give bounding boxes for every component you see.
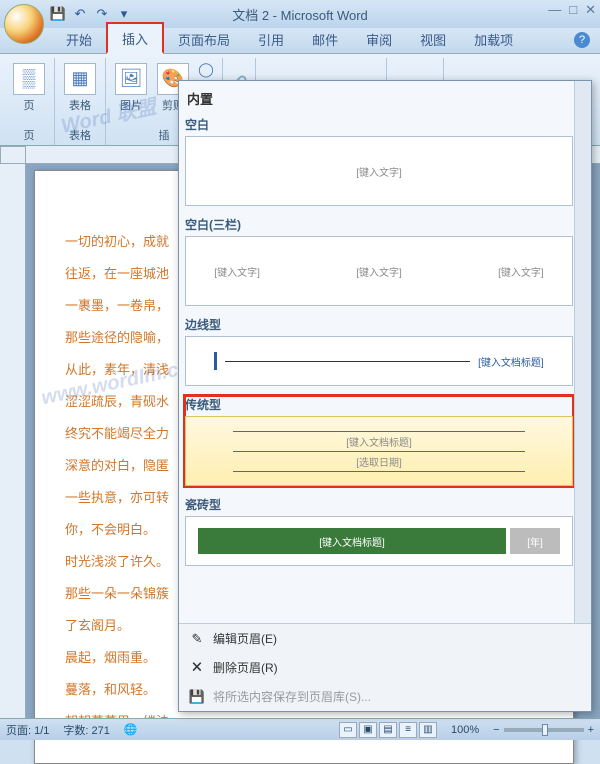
qat-dropdown-icon[interactable]: ▾ (116, 6, 132, 22)
web-layout-view[interactable]: ▤ (379, 722, 397, 738)
table-button[interactable]: ▦ 表格 (61, 63, 99, 123)
tab-mailings[interactable]: 邮件 (298, 25, 352, 53)
zoom-out-icon[interactable]: − (493, 724, 499, 736)
title-bar: 💾 ↶ ↷ ▾ 文档 2 - Microsoft Word — □ ✕ (0, 0, 600, 28)
gallery-preview: [键入文字] (185, 136, 573, 206)
placeholder-text: [键入文字] (356, 264, 402, 279)
gallery-scroll[interactable]: 内置 空白 [键入文字] 空白(三栏) [键入文字] [键入文字] [键入文字]… (179, 81, 591, 623)
office-button[interactable] (4, 4, 44, 44)
gallery-preview: [键入文字] [键入文字] [键入文字] (185, 236, 573, 306)
gallery-item-sideline[interactable]: 边线型 [键入文档标题] (185, 316, 573, 386)
gallery-item-blank-3col[interactable]: 空白(三栏) [键入文字] [键入文字] [键入文字] (185, 216, 573, 306)
btn-label: 表格 (69, 97, 91, 113)
foot-label: 编辑页眉(E) (213, 630, 277, 647)
gallery-footer: ✎ 编辑页眉(E) 🗙 删除页眉(R) 💾 将所选内容保存到页眉库(S)... (179, 623, 591, 711)
group-label: 表格 (69, 127, 91, 145)
foot-label: 删除页眉(R) (213, 659, 278, 676)
status-bar: 页面: 1/1 字数: 271 🌐 ▭ ▣ ▤ ≡ ▥ 100% − + (0, 718, 600, 740)
gallery-heading: 内置 (185, 85, 573, 114)
btn-label: 页 (24, 97, 35, 113)
foot-label: 将所选内容保存到页眉库(S)... (213, 688, 371, 705)
vertical-ruler[interactable] (0, 164, 26, 718)
gallery-preview: [键入文档标题] [年] (185, 516, 573, 566)
print-layout-view[interactable]: ▭ (339, 722, 357, 738)
edit-header-item[interactable]: ✎ 编辑页眉(E) (179, 624, 591, 653)
maximize-button[interactable]: □ (569, 2, 577, 18)
picture-icon: 🖼 (115, 63, 147, 95)
table-icon: ▦ (64, 63, 96, 95)
gallery-item-traditional[interactable]: 传统型 [键入文档标题] [选取日期] (185, 396, 573, 486)
minimize-button[interactable]: — (548, 2, 561, 18)
full-screen-view[interactable]: ▣ (359, 722, 377, 738)
tab-home[interactable]: 开始 (52, 25, 106, 53)
tab-insert[interactable]: 插入 (106, 22, 164, 54)
zoom-level[interactable]: 100% (451, 724, 479, 736)
gallery-item-label: 瓷砖型 (185, 496, 573, 513)
placeholder-text: [键入文字] (356, 164, 402, 179)
placeholder-text: [键入文字] (214, 264, 260, 279)
placeholder-text: [键入文档标题] (233, 434, 526, 449)
placeholder-text: [键入文档标题] (478, 354, 544, 369)
gallery-preview: [键入文档标题] [选取日期] (185, 416, 573, 486)
gallery-item-label: 边线型 (185, 316, 573, 333)
group-tables: ▦ 表格 表格 (55, 58, 106, 145)
language-icon[interactable]: 🌐 (124, 723, 138, 736)
zoom-slider[interactable]: − + (493, 724, 594, 736)
gallery-preview: [键入文档标题] (185, 336, 573, 386)
edit-icon: ✎ (189, 631, 205, 647)
tab-view[interactable]: 视图 (406, 25, 460, 53)
help-icon[interactable]: ? (574, 32, 590, 48)
gallery-item-label: 空白(三栏) (185, 216, 573, 233)
tab-review[interactable]: 审阅 (352, 25, 406, 53)
shapes-icon[interactable]: ◯ (196, 60, 216, 80)
group-label: 页 (24, 127, 35, 145)
placeholder-text: [年] (510, 528, 560, 554)
tab-references[interactable]: 引用 (244, 25, 298, 53)
picture-button[interactable]: 🖼 图片 (112, 63, 150, 123)
outline-view[interactable]: ≡ (399, 722, 417, 738)
remove-icon: 🗙 (189, 660, 205, 676)
placeholder-text: [键入文档标题] (198, 528, 506, 554)
group-label: 插 (159, 127, 170, 145)
ruler-corner (0, 146, 26, 164)
page-indicator[interactable]: 页面: 1/1 (6, 722, 49, 738)
header-gallery: 内置 空白 [键入文字] 空白(三栏) [键入文字] [键入文字] [键入文字]… (178, 80, 592, 712)
save-to-gallery-item[interactable]: 💾 将所选内容保存到页眉库(S)... (179, 682, 591, 711)
undo-icon[interactable]: ↶ (72, 6, 88, 22)
placeholder-text: [选取日期] (233, 452, 526, 472)
gallery-item-label: 传统型 (185, 396, 573, 413)
placeholder-text: [键入文字] (498, 264, 544, 279)
gallery-item-label: 空白 (185, 116, 573, 133)
zoom-in-icon[interactable]: + (588, 724, 594, 736)
redo-icon[interactable]: ↷ (94, 6, 110, 22)
quick-access-toolbar: 💾 ↶ ↷ ▾ (50, 6, 132, 22)
gallery-item-blank[interactable]: 空白 [键入文字] (185, 116, 573, 206)
tab-page-layout[interactable]: 页面布局 (164, 25, 244, 53)
word-count[interactable]: 字数: 271 (63, 722, 109, 738)
save-icon: 💾 (189, 689, 205, 705)
gallery-item-tiles[interactable]: 瓷砖型 [键入文档标题] [年] (185, 496, 573, 566)
cover-page-button[interactable]: ▒ 页 (10, 63, 48, 123)
draft-view[interactable]: ▥ (419, 722, 437, 738)
view-buttons: ▭ ▣ ▤ ≡ ▥ (339, 722, 437, 738)
window-controls: — □ ✕ (548, 2, 596, 18)
group-pages: ▒ 页 页 (4, 58, 55, 145)
ribbon-tabs: 开始 插入 页面布局 引用 邮件 审阅 视图 加载项 ? (0, 28, 600, 54)
tab-addins[interactable]: 加载项 (460, 25, 527, 53)
btn-label: 图片 (120, 97, 142, 113)
close-button[interactable]: ✕ (585, 2, 596, 18)
window-title: 文档 2 - Microsoft Word (232, 5, 368, 24)
remove-header-item[interactable]: 🗙 删除页眉(R) (179, 653, 591, 682)
save-icon[interactable]: 💾 (50, 6, 66, 22)
page-icon: ▒ (13, 63, 45, 95)
